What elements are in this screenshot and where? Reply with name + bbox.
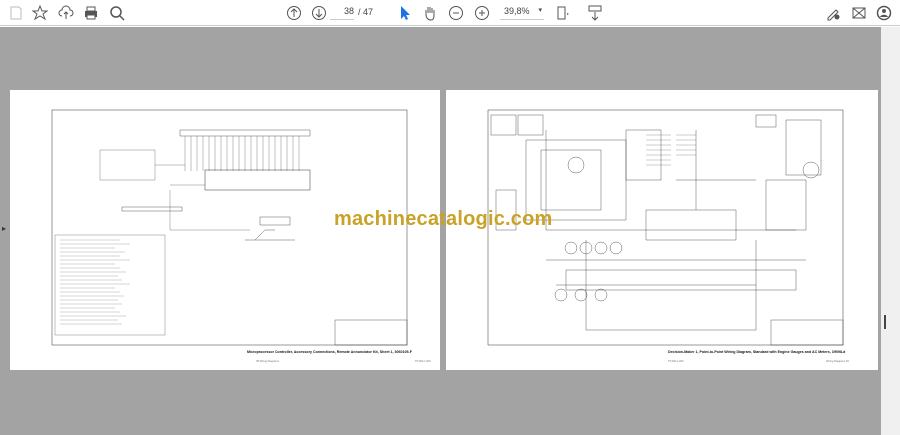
zoom-in-icon[interactable]	[473, 4, 491, 22]
left-panel-toggle-icon[interactable]: ▸	[2, 224, 6, 233]
zoom-level-value: 39,8%	[504, 6, 530, 16]
fit-page-icon[interactable]	[553, 4, 571, 22]
bookmark-star-icon[interactable]	[31, 4, 49, 22]
scroll-mode-icon[interactable]	[586, 4, 604, 22]
page-total: / 47	[358, 7, 374, 17]
scrollbar-thumb[interactable]	[884, 315, 886, 329]
page-footer-right: TP-6011 1/06	[415, 360, 431, 363]
select-cursor-icon[interactable]	[396, 4, 414, 22]
print-icon[interactable]	[82, 4, 100, 22]
chevron-down-icon: ▾	[538, 7, 542, 14]
search-zoom-icon[interactable]	[108, 4, 126, 22]
toolbar: 38 / 47 39,8% ▾	[0, 0, 900, 26]
page-number-input[interactable]: 38	[330, 6, 354, 20]
page-footer-right: Wiring Diagrams 39	[826, 360, 849, 363]
vertical-scrollbar[interactable]	[881, 27, 900, 435]
page-caption: Microprocessor Controller, Accessory Con…	[247, 350, 412, 354]
zoom-out-icon[interactable]	[447, 4, 465, 22]
account-icon[interactable]	[875, 4, 893, 22]
mail-icon[interactable]	[850, 4, 868, 22]
hand-tool-icon[interactable]	[421, 4, 439, 22]
page-up-icon[interactable]	[285, 4, 303, 22]
sign-icon[interactable]	[824, 4, 842, 22]
page-caption: Decision-Maker 1, Point-to-Point Wiring …	[668, 350, 846, 354]
save-icon[interactable]	[7, 4, 25, 22]
watermark: machinecatalogic.com	[334, 208, 553, 230]
page-footer-left: 38 Wiring Diagrams	[256, 360, 279, 363]
upload-cloud-icon[interactable]	[57, 4, 75, 22]
zoom-level-select[interactable]: 39,8% ▾	[500, 6, 544, 20]
page-footer-left: TP-6011 1/06	[668, 360, 684, 363]
page-down-icon[interactable]	[310, 4, 328, 22]
